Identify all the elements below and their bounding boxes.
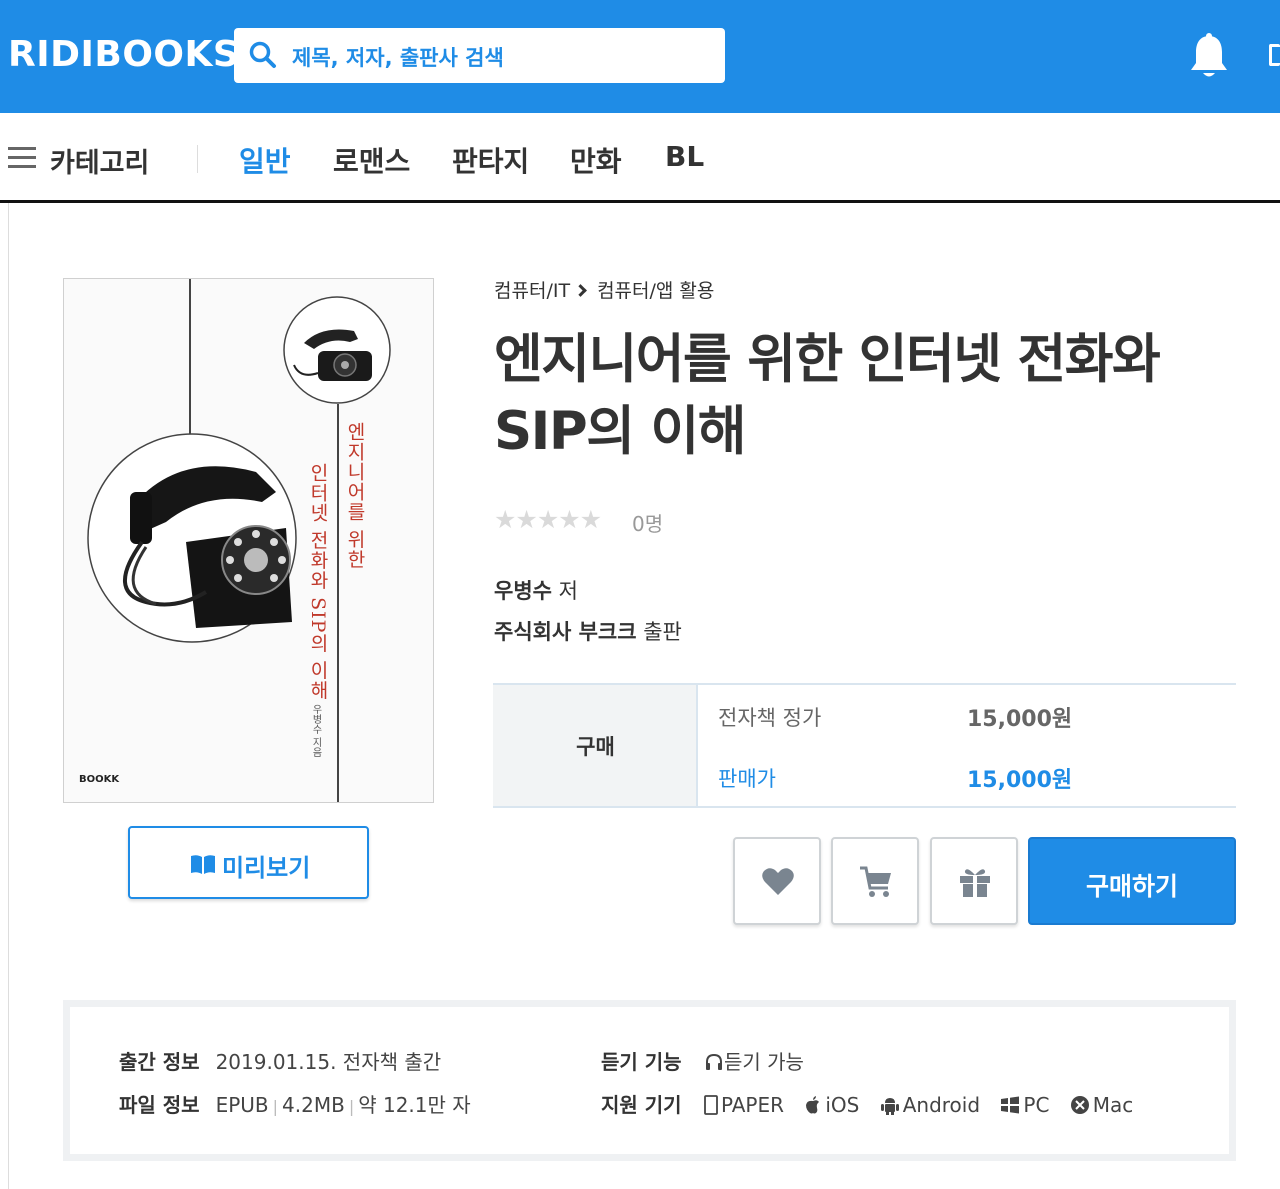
top-header: RIDIBOOKS 제목, 저자, 출판사 검색 <box>0 0 1280 113</box>
separator: | <box>348 1097 355 1116</box>
nav-item-fantasy[interactable]: 판타지 <box>452 140 529 180</box>
device-mac: Mac <box>1070 1093 1134 1117</box>
nav-item-comics[interactable]: 만화 <box>570 140 622 180</box>
device-android-label: Android <box>902 1093 981 1117</box>
price-table: 구매 전자책 정가 15,000원 판매가 15,000원 <box>493 683 1236 808</box>
cover-title-line1: 엔지니어를 위한 <box>344 422 366 570</box>
device-paper-label: PAPER <box>720 1093 784 1117</box>
device-paper: PAPER <box>704 1093 784 1117</box>
gift-button[interactable] <box>930 837 1018 925</box>
file-key: 파일 정보 <box>119 1093 200 1117</box>
chevron-right-icon <box>574 284 587 297</box>
nav-divider <box>197 145 198 173</box>
search-placeholder: 제목, 저자, 출판사 검색 <box>292 46 504 70</box>
device-ios-label: iOS <box>825 1093 860 1117</box>
paper-device-icon <box>704 1095 718 1115</box>
category-nav: 카테고리 일반 로맨스 판타지 만화 BL <box>0 113 1280 203</box>
list-price-label: 전자책 정가 <box>718 706 822 730</box>
open-book-icon <box>191 855 215 874</box>
publisher-name[interactable]: 주식회사 부크크 <box>494 620 637 644</box>
devices-key: 지원 기기 <box>601 1093 682 1117</box>
preview-button[interactable]: 미리보기 <box>128 826 369 899</box>
ridibooks-logo[interactable]: RIDIBOOKS <box>8 34 239 75</box>
header-menu-cutoff[interactable] <box>1269 44 1280 66</box>
headphones-icon <box>705 1053 722 1070</box>
cover-line <box>337 404 339 802</box>
android-icon <box>880 1098 899 1115</box>
book-title-line2: SIP의 이해 <box>494 401 746 462</box>
device-info: 지원 기기 PAPER iOS Android PC Mac <box>601 1089 1147 1118</box>
listen-key: 듣기 기능 <box>601 1050 682 1074</box>
author-suffix: 저 <box>551 579 578 603</box>
release-value: 2019.01.15. 전자책 출간 <box>215 1050 442 1074</box>
apple-icon <box>806 1096 820 1114</box>
breadcrumb-level2[interactable]: 컴퓨터/앱 활용 <box>597 280 714 302</box>
price-head-label: 구매 <box>576 735 615 759</box>
search-input[interactable]: 제목, 저자, 출판사 검색 <box>234 28 725 83</box>
device-pc-label: PC <box>1023 1093 1050 1117</box>
heart-icon <box>762 868 794 895</box>
telephone-small-illustration <box>283 296 391 404</box>
rating-count: 0명 <box>632 512 664 536</box>
cart-button[interactable] <box>831 837 919 925</box>
hamburger-menu-icon[interactable] <box>8 147 36 169</box>
file-size: 4.2MB <box>282 1093 345 1117</box>
cart-icon <box>860 866 891 897</box>
wishlist-button[interactable] <box>733 837 821 925</box>
nav-category[interactable]: 카테고리 <box>50 141 149 180</box>
notification-bell-icon[interactable] <box>1188 32 1230 80</box>
device-android: Android <box>880 1093 980 1117</box>
file-info: 파일 정보 EPUB | 4.2MB | 약 12.1만 자 <box>119 1089 471 1118</box>
star-rating-icon: ★★★★★ <box>494 505 602 534</box>
release-key: 출간 정보 <box>119 1050 200 1074</box>
device-pc: PC <box>1000 1093 1049 1117</box>
nav-item-general[interactable]: 일반 <box>239 140 291 180</box>
windows-icon <box>1001 1096 1020 1114</box>
cover-title-line2: 인터넷 전화와 SIP의 이해 <box>307 463 329 701</box>
author-name[interactable]: 우병수 <box>494 579 552 603</box>
price-head-cell: 구매 <box>493 685 698 806</box>
breadcrumb-level1[interactable]: 컴퓨터/IT <box>494 280 570 302</box>
buy-button-label: 구매하기 <box>1085 872 1178 901</box>
device-ios: iOS <box>804 1093 859 1117</box>
cover-author: 우병수 지음 <box>310 704 321 758</box>
file-format: EPUB <box>215 1093 269 1117</box>
nav-item-bl[interactable]: BL <box>665 140 704 173</box>
cover-publisher-mark: BOOKK <box>79 774 120 785</box>
separator: | <box>272 1097 279 1116</box>
left-divider <box>8 203 9 1189</box>
author-line: 우병수 저 <box>494 575 578 605</box>
list-price-value: 15,000원 <box>967 707 1073 732</box>
search-icon <box>249 41 276 68</box>
device-mac-label: Mac <box>1092 1093 1134 1117</box>
buy-button[interactable]: 구매하기 <box>1028 837 1236 925</box>
gift-icon <box>960 869 990 897</box>
nav-item-romance[interactable]: 로맨스 <box>333 140 410 180</box>
book-cover[interactable]: 엔지니어를 위한 인터넷 전화와 SIP의 이해 우병수 지음 BOOKK <box>63 278 434 803</box>
file-length: 약 12.1만 자 <box>358 1093 471 1117</box>
release-info: 출간 정보 2019.01.15. 전자책 출간 <box>119 1046 441 1075</box>
preview-label: 미리보기 <box>222 854 311 882</box>
telephone-large-illustration <box>87 433 297 643</box>
listen-value: 듣기 가능 <box>723 1050 804 1074</box>
publisher-suffix: 출판 <box>636 620 682 644</box>
publisher-line: 주식회사 부크크 출판 <box>494 616 682 646</box>
breadcrumb: 컴퓨터/IT 컴퓨터/앱 활용 <box>494 276 714 303</box>
sale-price-label: 판매가 <box>718 767 776 791</box>
book-title: 엔지니어를 위한 인터넷 전화와 SIP의 이해 <box>494 324 1194 468</box>
book-title-line1: 엔지니어를 위한 인터넷 전화와 <box>494 329 1161 390</box>
mac-x-icon <box>1070 1096 1089 1114</box>
listen-info: 듣기 기능 듣기 가능 <box>601 1046 804 1075</box>
sale-price-value: 15,000원 <box>967 768 1073 793</box>
cover-line <box>189 279 191 434</box>
book-meta-box: 출간 정보 2019.01.15. 전자책 출간 파일 정보 EPUB | 4.2MB |… <box>63 1000 1236 1161</box>
